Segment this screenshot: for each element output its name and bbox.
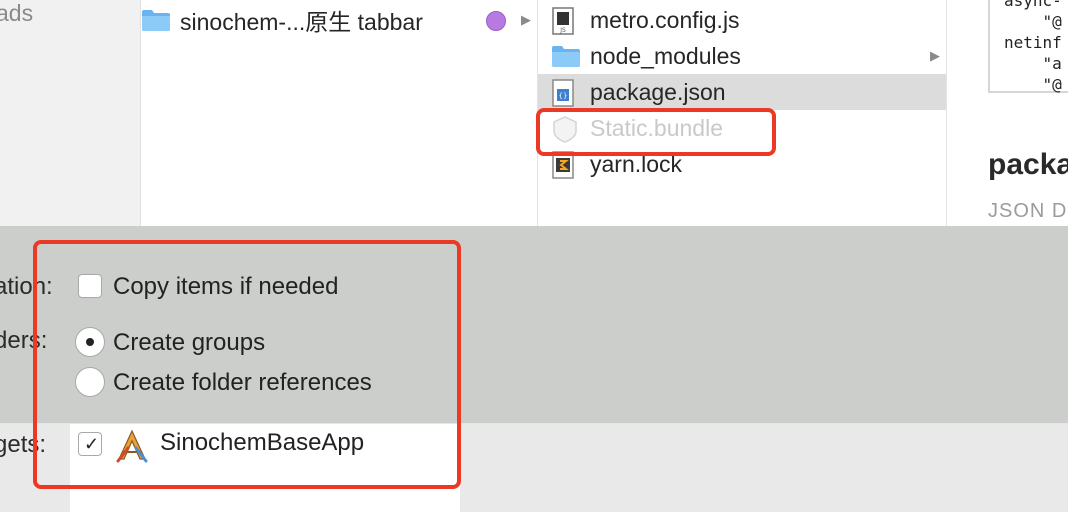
sidebar-item-downloads[interactable]: ads <box>0 0 33 27</box>
list-item-node-modules[interactable]: node_modules ▶ <box>538 38 946 74</box>
file-name: package.json <box>590 78 726 105</box>
list-item-package-json[interactable]: {} package.json <box>538 74 946 110</box>
folder-icon <box>142 10 170 31</box>
folder-name: sinochem-...原生 tabbar <box>180 9 423 35</box>
list-item-project-folder[interactable]: sinochem-...原生 tabbar ▶ <box>141 2 537 38</box>
purple-tag-dot <box>486 11 506 31</box>
preview-subtitle: JSON D <box>988 200 1068 222</box>
chevron-right-icon: ▶ <box>521 12 531 27</box>
finder-preview-pane: async- "@ netinf "a "@ packa JSON D <box>947 0 1068 226</box>
list-item-metro-config[interactable]: JS metro.config.js <box>538 2 946 38</box>
folder-icon <box>552 46 580 67</box>
highlight-box-options <box>33 240 461 489</box>
preview-title: packa <box>988 148 1068 181</box>
finder-sidebar: ads <box>0 0 141 226</box>
file-name: node_modules <box>590 42 741 69</box>
js-file-icon: JS <box>552 7 574 35</box>
highlight-box-static-bundle <box>536 108 776 156</box>
code-preview: async- "@ netinf "a "@ <box>988 0 1068 94</box>
finder-column-browser: ads sinochem-...原生 tabbar ▶ JS metro.con… <box>0 0 1068 226</box>
svg-text:JS: JS <box>559 27 566 34</box>
chevron-right-icon: ▶ <box>930 48 940 63</box>
file-name: metro.config.js <box>590 6 740 33</box>
finder-column-1: sinochem-...原生 tabbar ▶ <box>141 0 538 226</box>
svg-text:{}: {} <box>559 92 568 100</box>
json-file-icon: {} <box>552 79 574 107</box>
